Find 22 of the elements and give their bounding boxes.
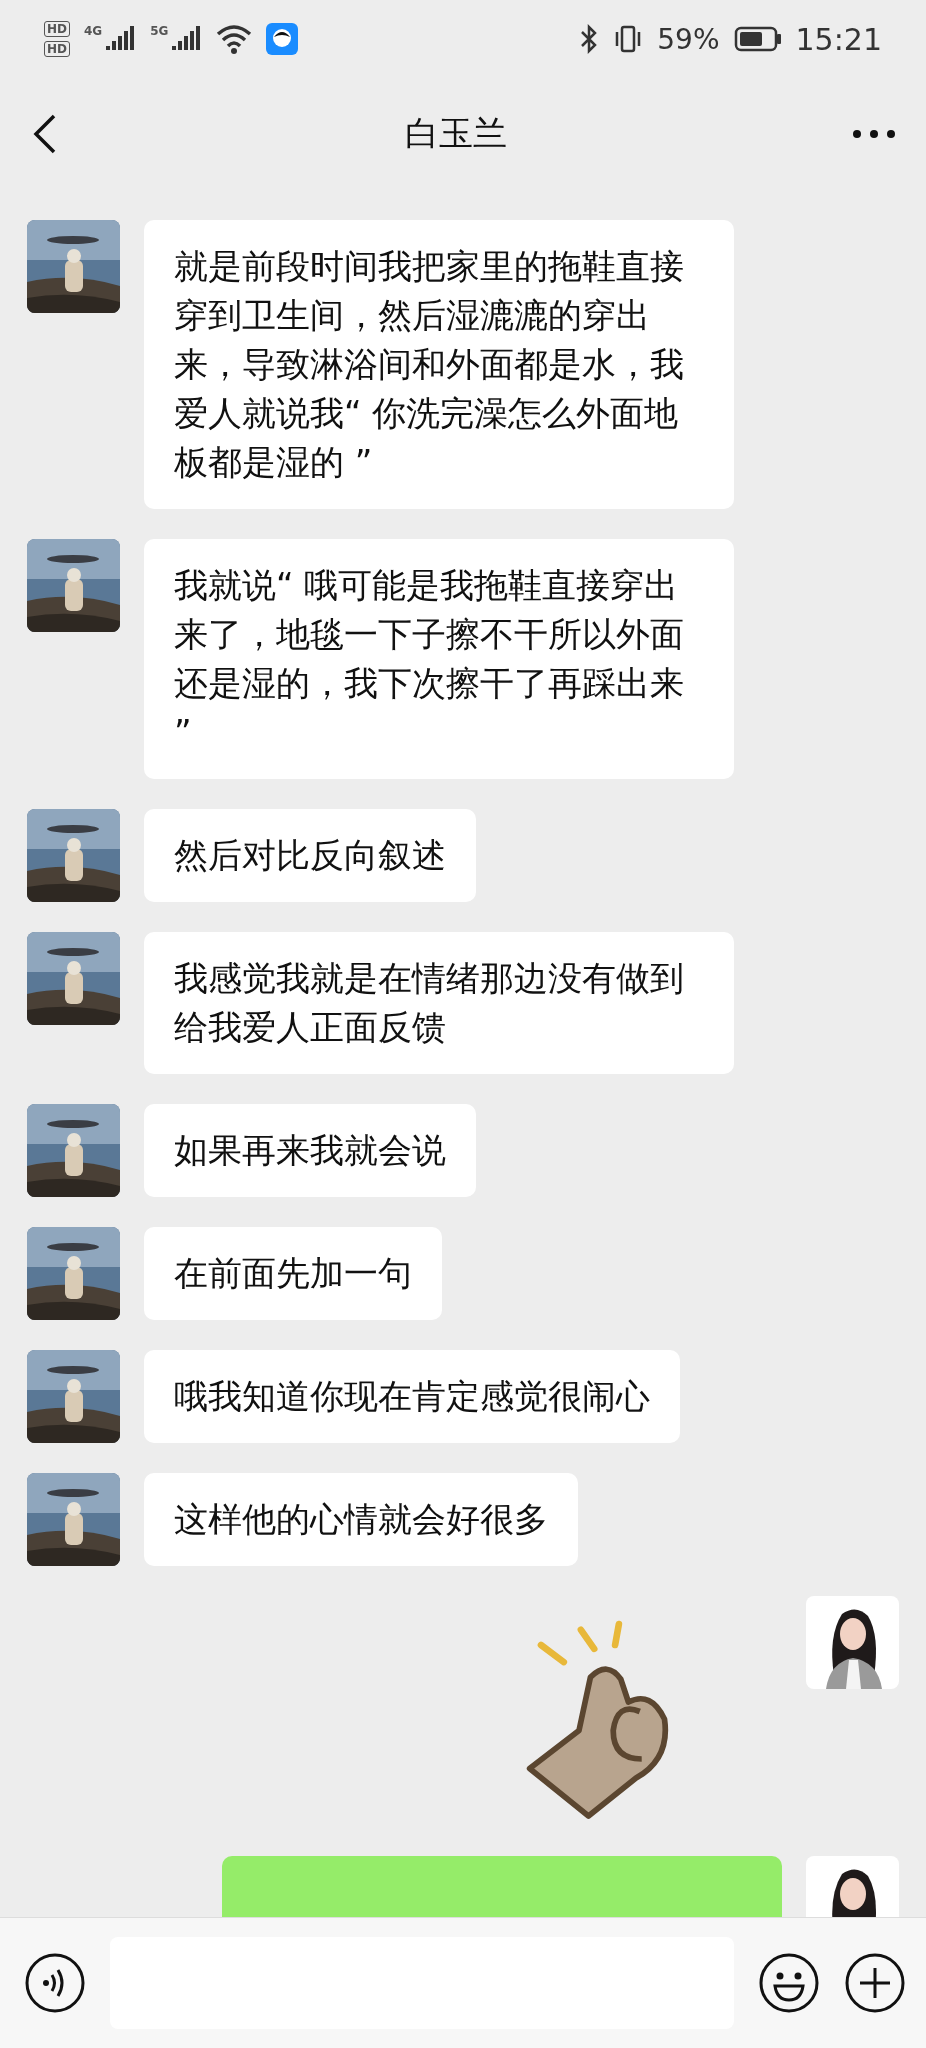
message-bubble: 然后对比反向叙述 — [144, 809, 476, 902]
message-bubble: 我就说“ 哦可能是我拖鞋直接穿出来了，地毯一下子擦不干所以外面还是湿的，我下次擦干了再踩出来 ” — [144, 539, 734, 779]
sim-badge: HD — [44, 41, 70, 57]
app-notification-icon — [266, 23, 299, 55]
message-bubble: 就是前段时间我把家里的拖鞋直接穿到卫生间，然后湿漉漉的穿出来，导致淋浴间和外面都是水，我爱人就说我“ 你洗完澡怎么外面地板都是湿的 ” — [144, 220, 734, 509]
more-icon[interactable] — [852, 129, 896, 139]
network-label: 4G — [84, 24, 103, 38]
message-bubble: 如果再来我就会说 — [144, 1104, 476, 1197]
network-label: 5G — [150, 24, 169, 38]
message-bubble: 哦我知道你现在肯定感觉很闹心 — [144, 1350, 680, 1443]
message-bubble: 我感觉我就是在情绪那边没有做到给我爱人正面反馈 — [144, 932, 734, 1074]
message-bubble: 这样他的心情就会好很多 — [144, 1473, 578, 1566]
voice-icon[interactable] — [24, 1952, 86, 2014]
message-bubble: 在前面先加一句 — [144, 1227, 442, 1320]
emoji-icon[interactable] — [758, 1952, 820, 2014]
chat-title: 白玉兰 — [405, 112, 507, 155]
clock-time: 15:21 — [795, 21, 882, 57]
battery-icon — [733, 26, 782, 52]
wifi-icon — [216, 24, 253, 54]
plus-icon[interactable] — [844, 1952, 906, 2014]
sim-badge: HD — [44, 21, 70, 37]
battery-percentage: 59% — [657, 22, 720, 56]
